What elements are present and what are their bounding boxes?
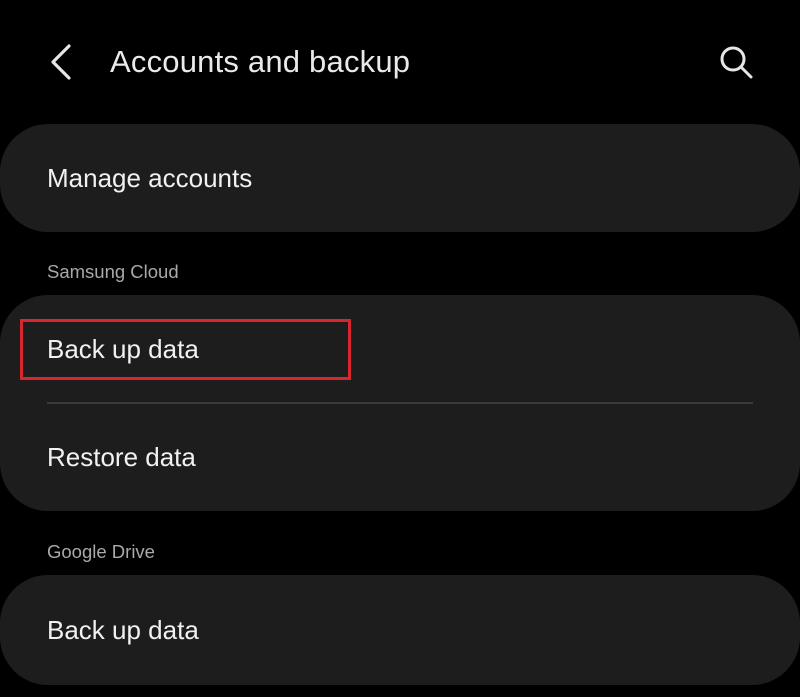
back-button[interactable] bbox=[34, 36, 86, 88]
search-icon bbox=[720, 46, 753, 79]
samsung-cloud-back-up-label: Back up data bbox=[47, 333, 199, 364]
chevron-left-icon bbox=[51, 44, 71, 80]
accounts-card: Manage accounts bbox=[0, 124, 800, 232]
page-title: Accounts and backup bbox=[110, 44, 411, 79]
samsung-cloud-back-up-item[interactable]: Back up data bbox=[0, 295, 800, 403]
manage-accounts-item[interactable]: Manage accounts bbox=[0, 124, 800, 232]
samsung-cloud-card: Back up data Restore data bbox=[0, 295, 800, 511]
manage-accounts-label: Manage accounts bbox=[47, 162, 253, 193]
samsung-cloud-section-label: Samsung Cloud bbox=[47, 261, 179, 282]
google-drive-card: Back up data bbox=[0, 575, 800, 685]
google-drive-back-up-item[interactable]: Back up data bbox=[0, 575, 800, 685]
search-button[interactable] bbox=[710, 36, 762, 88]
samsung-cloud-restore-item[interactable]: Restore data bbox=[0, 403, 800, 511]
google-drive-back-up-label: Back up data bbox=[47, 614, 199, 645]
samsung-cloud-restore-label: Restore data bbox=[47, 441, 196, 472]
accounts-and-backup-screen: Accounts and backup Manage accounts Sams… bbox=[0, 0, 800, 697]
app-bar: Accounts and backup bbox=[0, 0, 800, 124]
google-drive-section-label: Google Drive bbox=[47, 541, 155, 562]
